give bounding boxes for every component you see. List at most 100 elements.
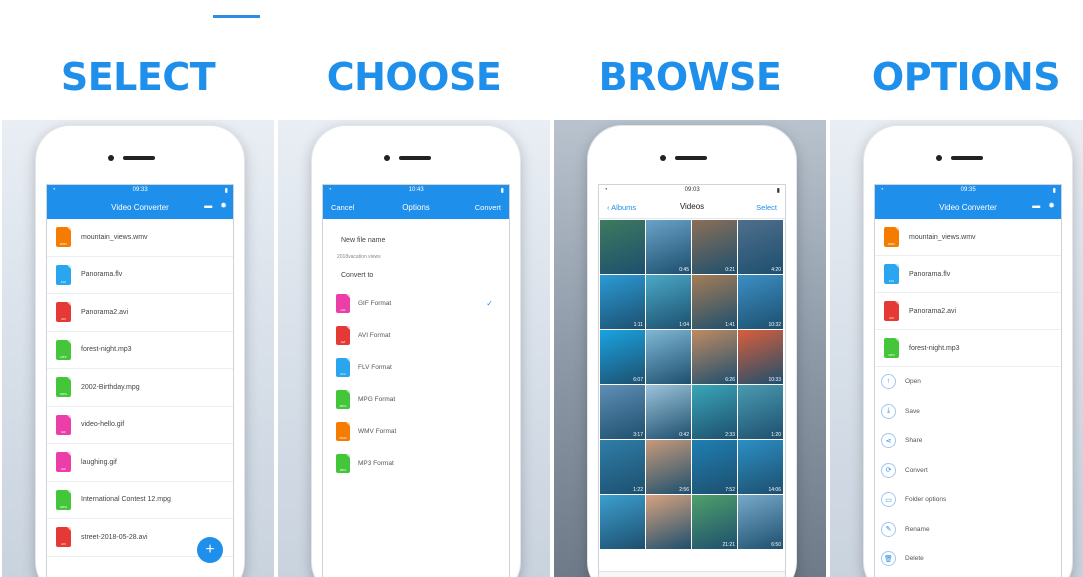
file-list-item[interactable]: WMV mountain_views.wmv bbox=[875, 219, 1061, 256]
action-save[interactable]: ⤓ Save bbox=[875, 397, 1061, 427]
format-option[interactable]: WMV WMV Format bbox=[323, 415, 509, 447]
select-button[interactable]: Select bbox=[756, 203, 777, 212]
file-list-item[interactable]: FLV Panorama.flv bbox=[47, 257, 233, 294]
gear-icon[interactable]: ✹ bbox=[220, 201, 227, 210]
video-thumbnail[interactable]: 14:06 bbox=[738, 440, 783, 494]
camera bbox=[108, 155, 114, 161]
format-type-icon: GIF bbox=[336, 293, 350, 313]
file-type-icon: AVI bbox=[56, 302, 71, 323]
video-thumbnail[interactable]: 1:41 bbox=[692, 275, 737, 329]
format-name: GIF Format bbox=[358, 299, 392, 307]
phone-frame: ◔ 09:35 ▮ Video Converter ▬ ✹ WMV mountai… bbox=[864, 126, 1072, 577]
action-label: Share bbox=[905, 437, 923, 445]
video-thumbnail[interactable]: 2:56 bbox=[646, 440, 691, 494]
video-thumbnail[interactable]: 10:32 bbox=[738, 275, 783, 329]
video-thumbnail[interactable]: 21:21 bbox=[692, 495, 737, 549]
format-option[interactable]: GIF GIF Format ✓ bbox=[323, 287, 509, 319]
video-thumbnail[interactable]: 3:17 bbox=[600, 385, 645, 439]
video-thumbnail[interactable] bbox=[646, 495, 691, 549]
file-type-icon: GIF bbox=[56, 414, 71, 435]
battery-icon: ▮ bbox=[776, 187, 780, 194]
video-thumbnail[interactable]: 1:11 bbox=[600, 275, 645, 329]
status-time: 09:33 bbox=[132, 187, 148, 193]
video-thumbnail[interactable]: 10:33 bbox=[738, 330, 783, 384]
wifi-icon: ◔ bbox=[880, 187, 884, 193]
cancel-button[interactable]: Cancel bbox=[331, 203, 354, 212]
video-duration: 2:33 bbox=[725, 432, 735, 438]
folder-icon[interactable]: ▬ bbox=[204, 201, 212, 210]
gear-icon[interactable]: ✹ bbox=[1048, 201, 1055, 210]
folder-icon[interactable]: ▬ bbox=[1032, 201, 1040, 210]
file-type-icon: GIF bbox=[56, 452, 71, 473]
video-thumbnail[interactable]: 4:20 bbox=[738, 220, 783, 274]
action-convert[interactable]: ⟳ Convert bbox=[875, 456, 1061, 486]
convert-button[interactable]: Convert bbox=[475, 203, 501, 212]
nav-bar: Video Converter ▬ ✹ bbox=[47, 195, 233, 219]
format-option[interactable]: MP3 MP3 Format bbox=[323, 447, 509, 479]
video-thumbnail[interactable]: 1:22 bbox=[600, 440, 645, 494]
format-type-icon: AVI bbox=[336, 325, 350, 345]
video-thumbnail[interactable]: 0:42 bbox=[646, 385, 691, 439]
video-duration: 4:20 bbox=[771, 267, 781, 273]
panel-browse: BROWSE ◔ 09:03 ▮ ‹ Albums Videos Select … bbox=[554, 0, 826, 577]
nav-title: Options bbox=[402, 202, 430, 212]
file-name-input[interactable]: 2018vacation views bbox=[323, 254, 509, 260]
file-list-item[interactable]: GIF laughing.gif bbox=[47, 444, 233, 482]
video-thumbnail[interactable]: 1:20 bbox=[738, 385, 783, 439]
file-name: 2002-Birthday.mpg bbox=[81, 383, 140, 391]
file-list-item[interactable]: FLV Panorama.flv bbox=[875, 256, 1061, 293]
action-delete[interactable]: 🗑 Delete bbox=[875, 544, 1061, 574]
file-list-item[interactable]: MPG International Contest 12.mpg bbox=[47, 482, 233, 519]
phone-frame: ◔ 09:33 ▮ Video Converter ▬ ✹ WMV mountai… bbox=[36, 126, 244, 577]
action-rename[interactable]: ✎ Rename bbox=[875, 515, 1061, 545]
file-list-item[interactable]: GIF video-hello.gif bbox=[47, 407, 233, 444]
video-duration: 6:26 bbox=[725, 377, 735, 383]
file-list-item[interactable]: AVI Panorama2.avi bbox=[875, 293, 1061, 330]
heading-browse: BROWSE bbox=[598, 55, 782, 99]
format-option[interactable]: FLV FLV Format bbox=[323, 351, 509, 383]
file-list-item[interactable]: MP3 forest-night.mp3 bbox=[875, 330, 1061, 367]
status-bar: ◔ 10:43 ▮ bbox=[323, 185, 509, 195]
action-share[interactable]: ⋖ Share bbox=[875, 426, 1061, 456]
phone-screen: ◔ 09:03 ▮ ‹ Albums Videos Select 0:45 0:2… bbox=[598, 184, 786, 577]
video-thumbnail[interactable]: 6:26 bbox=[692, 330, 737, 384]
action-open[interactable]: ↑ Open bbox=[875, 367, 1061, 397]
video-thumbnail[interactable]: 2:33 bbox=[692, 385, 737, 439]
albums-back-button[interactable]: ‹ Albums bbox=[607, 203, 636, 212]
status-time: 10:43 bbox=[408, 187, 424, 193]
tab-bar bbox=[599, 571, 785, 577]
file-list-item[interactable]: AVI Panorama2.avi bbox=[47, 294, 233, 332]
video-thumbnail[interactable]: 0:45 bbox=[646, 220, 691, 274]
nav-title: Video Converter bbox=[111, 202, 169, 212]
convert-to-label: Convert to bbox=[341, 272, 374, 279]
file-name: Panorama.flv bbox=[909, 270, 951, 278]
file-list-item[interactable]: MPG 2002-Birthday.mpg bbox=[47, 369, 233, 407]
video-grid: 0:45 0:21 4:20 1:11 1:04 1:41 10:32 6:07 6:26 10:… bbox=[599, 219, 785, 550]
format-option[interactable]: MPG MPG Format bbox=[323, 383, 509, 415]
action-folder-options[interactable]: ▭ Folder options bbox=[875, 485, 1061, 515]
share-icon: ⋖ bbox=[881, 433, 896, 449]
phone-screen: ◔ 09:33 ▮ Video Converter ▬ ✹ WMV mountai… bbox=[46, 184, 234, 577]
format-option[interactable]: AVI AVI Format bbox=[323, 319, 509, 351]
nav-title: Videos bbox=[679, 202, 705, 211]
nav-bar: Cancel Options Convert bbox=[323, 195, 509, 219]
video-thumbnail[interactable] bbox=[600, 495, 645, 549]
video-thumbnail[interactable]: 1:04 bbox=[646, 275, 691, 329]
battery-icon: ▮ bbox=[500, 187, 504, 194]
video-thumbnail[interactable]: 6:50 bbox=[738, 495, 783, 549]
battery-icon: ▮ bbox=[224, 187, 228, 194]
video-thumbnail[interactable]: 7:52 bbox=[692, 440, 737, 494]
action-label: Delete bbox=[905, 555, 924, 563]
video-thumbnail[interactable]: 0:21 bbox=[692, 220, 737, 274]
video-thumbnail[interactable]: 6:07 bbox=[600, 330, 645, 384]
wifi-icon: ◔ bbox=[604, 187, 608, 193]
video-duration: 0:21 bbox=[725, 267, 735, 273]
check-icon: ✓ bbox=[486, 298, 493, 308]
video-thumbnail[interactable] bbox=[600, 220, 645, 274]
file-list-item[interactable]: WMV mountain_views.wmv bbox=[47, 219, 233, 257]
heading-select: SELECT bbox=[60, 55, 216, 99]
file-list-item[interactable]: MP3 forest-night.mp3 bbox=[47, 332, 233, 369]
file-type-icon: AVI bbox=[56, 527, 71, 548]
video-thumbnail[interactable] bbox=[646, 330, 691, 384]
add-file-button[interactable]: + bbox=[197, 537, 223, 563]
